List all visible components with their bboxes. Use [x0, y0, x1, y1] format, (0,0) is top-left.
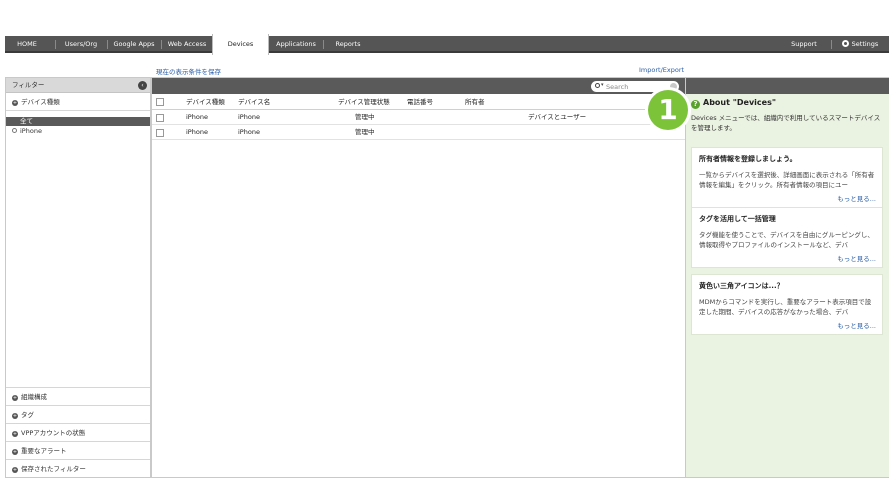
filter-section-org[interactable]: + 組織構成 [6, 387, 150, 405]
more-link[interactable]: もっと見る... [699, 193, 876, 203]
row-checkbox[interactable] [156, 129, 164, 137]
device-table-panel: ▾ デバイス種類 デバイス名 デバイス管理状態 電話番号 所有者 iPhone … [151, 77, 686, 478]
tip-card: 所有者情報を登録しましょう。 一覧からデバイスを選択後、詳細画面に表示される「所… [691, 147, 883, 208]
more-link[interactable]: もっと見る... [699, 320, 876, 330]
expand-icon: + [12, 467, 18, 473]
filter-bottom-sections: + 組織構成 + タグ + VPPアカウントの状態 + 重要なアラート + 保存されたフィ… [6, 387, 150, 477]
filter-section-label: 重要なアラート [21, 447, 67, 455]
help-icon: ? [691, 100, 700, 109]
gear-icon [841, 40, 849, 47]
column-header[interactable]: 電話番号 [407, 94, 433, 110]
cell-management-state: 管理中 [355, 113, 375, 121]
expand-icon: + [12, 449, 18, 455]
top-nav: HOME Users/Org Google Apps Web Access De… [5, 34, 889, 55]
nav-support[interactable]: Support [783, 36, 825, 53]
filter-title: フィルター [12, 81, 45, 89]
cell-device-type: iPhone [186, 113, 208, 121]
row-checkbox[interactable] [156, 114, 164, 122]
nav-divider [831, 40, 832, 49]
chevron-down-icon[interactable]: ▾ [601, 82, 604, 88]
select-all-checkbox[interactable] [156, 98, 164, 106]
filter-header: フィルター ‹ [6, 78, 150, 93]
nav-web-access[interactable]: Web Access [162, 36, 212, 53]
about-description: Devices メニューでは、組織内で利用しているスマートデバイスを管理します。 [691, 114, 881, 132]
import-export-link[interactable]: Import/Export [639, 66, 684, 74]
expand-icon: + [12, 413, 18, 419]
tip-card-body: タグ機能を使うことで、デバイスを自由にグルーピングし、情報取得やプロファイルのイ… [699, 231, 874, 249]
nav-reports[interactable]: Reports [324, 36, 372, 53]
filter-section-vpp[interactable]: + VPPアカウントの状態 [6, 423, 150, 441]
tip-card-title: 黄色い三角アイコンは...？ [699, 282, 784, 290]
nav-settings-label: Settings [851, 40, 879, 48]
filter-section-label: タグ [21, 411, 34, 419]
radio-icon [12, 128, 17, 133]
nav-settings[interactable]: Settings [835, 36, 885, 53]
column-header[interactable]: デバイス名 [238, 94, 270, 110]
table-toolbar: ▾ [152, 78, 685, 94]
nav-google-apps[interactable]: Google Apps [108, 36, 160, 53]
collapse-left-icon[interactable]: ‹ [138, 81, 147, 90]
step-callout-number: 1 [648, 90, 688, 130]
about-title: ? About "Devices" [691, 98, 776, 109]
tip-card: タグを活用して一括管理 タグ機能を使うことで、デバイスを自由にグルーピングし、情… [691, 207, 883, 268]
expand-icon: + [12, 395, 18, 401]
cell-owner: デバイスとユーザー [528, 113, 587, 121]
cell-device-name: iPhone [238, 113, 260, 121]
filter-item-iphone[interactable]: iPhone [6, 126, 150, 136]
save-filter-link[interactable]: 現在の表示条件を保存 [156, 66, 221, 76]
filter-panel: フィルター ‹ + デバイス種類 全て iPhone + 組織構成 + タグ + VPP… [5, 77, 151, 478]
tip-card-body: MDMからコマンドを実行し、重要なアラート表示項目で設定した期間、デバイスの応答… [699, 298, 872, 316]
cell-management-state: 管理中 [355, 128, 375, 136]
filter-section-label: VPPアカウントの状態 [21, 429, 86, 437]
nav-applications[interactable]: Applications [269, 36, 323, 53]
nav-devices[interactable]: Devices [212, 34, 269, 55]
filter-section-tag[interactable]: + タグ [6, 405, 150, 423]
cell-device-type: iPhone [186, 128, 208, 136]
more-link[interactable]: もっと見る... [699, 253, 876, 263]
expand-icon: + [12, 100, 18, 106]
cell-device-name: iPhone [238, 128, 260, 136]
expand-icon: + [12, 431, 18, 437]
tip-card: 黄色い三角アイコンは...？ MDMからコマンドを実行し、重要なアラート表示項目… [691, 274, 883, 335]
filter-item-all[interactable]: 全て [6, 117, 150, 126]
tip-card-title: 所有者情報を登録しましょう。 [699, 155, 797, 163]
filter-section-alert[interactable]: + 重要なアラート [6, 441, 150, 459]
filter-section-device-type[interactable]: + デバイス種類 [6, 93, 150, 111]
step-callout-badge: 1 [645, 87, 691, 133]
filter-section-label: 組織構成 [21, 393, 47, 401]
tip-card-body: 一覧からデバイスを選択後、詳細画面に表示される「所有者情報を編集」をクリック。所… [699, 171, 875, 189]
column-header[interactable]: 所有者 [465, 94, 485, 110]
column-header[interactable]: デバイス管理状態 [338, 94, 390, 110]
filter-section-saved[interactable]: + 保存されたフィルター [6, 459, 150, 477]
filter-section-label: デバイス種類 [21, 98, 60, 106]
nav-home[interactable]: HOME [5, 36, 49, 53]
about-title-text: About "Devices" [703, 98, 777, 107]
table-header: デバイス種類 デバイス名 デバイス管理状態 電話番号 所有者 [152, 94, 685, 110]
table-row[interactable]: iPhone iPhone 管理中 デバイスとユーザー [152, 110, 685, 125]
filter-section-label: 保存されたフィルター [21, 465, 86, 473]
table-row[interactable]: iPhone iPhone 管理中 [152, 125, 685, 140]
about-panel-bar [686, 78, 889, 94]
nav-users-org[interactable]: Users/Org [56, 36, 106, 53]
tip-card-title: タグを活用して一括管理 [699, 215, 776, 223]
column-header[interactable]: デバイス種類 [186, 94, 225, 110]
filter-item-label: iPhone [20, 127, 42, 135]
search-icon[interactable] [595, 83, 600, 88]
about-panel: ? About "Devices" Devices メニューでは、組織内で利用して… [686, 77, 889, 478]
